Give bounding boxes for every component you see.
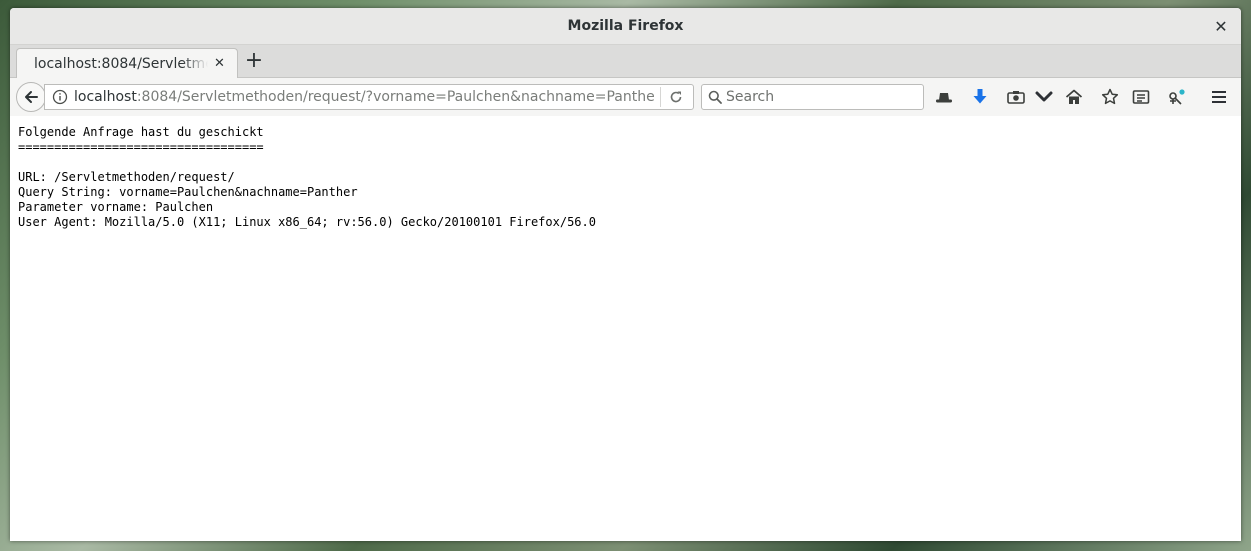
site-info-icon[interactable] [51,88,69,106]
reload-button[interactable] [667,88,685,106]
response-line-query: Query String: vorname=Paulchen&nachname=… [18,185,358,199]
close-window-button[interactable]: ✕ [1211,16,1231,36]
title-bar: Mozilla Firefox ✕ [10,8,1241,45]
response-rule: ================================== [18,140,264,154]
url-host: localhost [74,89,137,105]
response-line-url: URL: /Servletmethoden/request/ [18,170,235,184]
window-title: Mozilla Firefox [567,18,684,34]
search-icon [706,88,724,106]
hat-icon[interactable] [931,84,957,110]
bookmark-star-icon[interactable] [1097,84,1123,110]
browser-window: Mozilla Firefox ✕ localhost:8084/Servlet… [10,8,1241,541]
tab-label: localhost:8084/Servletmethoden/request/?… [34,55,208,72]
url-path: :8084/Servletmethoden/request/?vorname=P… [136,89,654,105]
back-arrow-icon [25,91,38,103]
page-content: Folgende Anfrage hast du geschickt =====… [10,116,1241,541]
new-tab-button[interactable]: + [242,49,266,73]
response-text: Folgende Anfrage hast du geschickt =====… [10,116,1241,230]
url-bar[interactable]: localhost:8084/Servletmethoden/request/?… [44,84,694,110]
menu-icon[interactable] [1206,84,1232,110]
response-heading: Folgende Anfrage hast du geschickt [18,125,264,139]
url-text[interactable]: localhost:8084/Servletmethoden/request/?… [74,89,654,105]
close-tab-button[interactable]: ✕ [214,56,225,71]
url-divider [660,87,661,107]
download-icon[interactable] [967,84,993,110]
pocket-icon[interactable] [1031,84,1057,110]
back-button[interactable] [16,82,46,112]
search-input[interactable] [726,87,916,107]
response-line-useragent: User Agent: Mozilla/5.0 (X11; Linux x86_… [18,215,596,229]
home-icon[interactable] [1061,84,1087,110]
response-line-param: Parameter vorname: Paulchen [18,200,214,214]
extension-icon[interactable] [1164,84,1190,110]
tab-active[interactable]: localhost:8084/Servletmethoden/request/?… [16,48,238,78]
tab-strip: localhost:8084/Servletmethoden/request/?… [10,45,1241,78]
screenshot-icon[interactable] [1003,84,1029,110]
reload-icon [670,91,682,103]
navigation-bar: localhost:8084/Servletmethoden/request/?… [10,78,1241,117]
search-box[interactable] [701,84,924,110]
reader-icon[interactable] [1128,84,1154,110]
